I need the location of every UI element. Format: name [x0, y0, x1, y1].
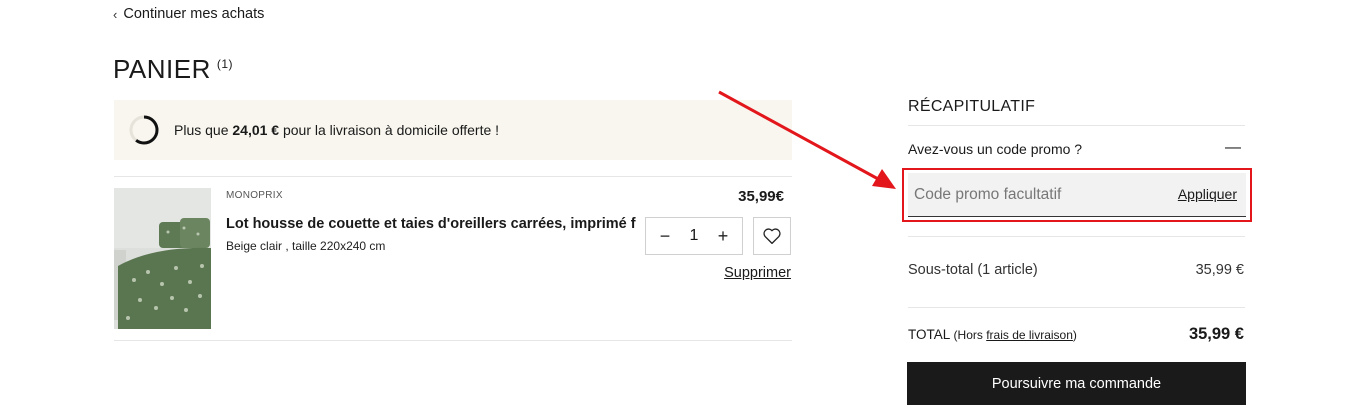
total-note-suffix: )	[1072, 328, 1077, 342]
cart-count: (1)	[216, 57, 234, 71]
heart-icon	[763, 228, 781, 245]
shipping-fees-link[interactable]: frais de livraison	[986, 328, 1073, 342]
total-note: (Hors frais de livraison)	[954, 328, 1077, 342]
promo-code-question[interactable]: Avez-vous un code promo ?	[908, 141, 1082, 157]
duvet-cover-photo	[114, 188, 211, 329]
continue-shopping-link[interactable]: ‹ Continuer mes achats	[113, 6, 264, 22]
subtotal-value: 35,99 €	[1195, 262, 1244, 278]
divider	[908, 307, 1245, 308]
continue-shopping-label: Continuer mes achats	[123, 6, 265, 22]
total-label: TOTAL	[908, 327, 950, 342]
shipping-progress-ring-icon	[129, 115, 159, 145]
apply-promo-button[interactable]: Appliquer	[1178, 186, 1237, 202]
free-shipping-banner: Plus que 24,01 € pour la livraison à dom…	[114, 100, 792, 160]
shipping-banner-text: Plus que 24,01 € pour la livraison à dom…	[174, 122, 499, 138]
decrement-button[interactable]: −	[656, 226, 674, 247]
promo-collapse-toggle[interactable]: —	[1225, 139, 1241, 157]
product-image[interactable]	[114, 188, 211, 329]
summary-title: RÉCAPITULATIF	[908, 98, 1036, 115]
remove-item-link[interactable]: Supprimer	[724, 265, 791, 281]
total-label-row: TOTAL (Hors frais de livraison)	[908, 327, 1077, 342]
promo-code-field: Appliquer	[908, 173, 1246, 217]
page-title: PANIER (1)	[113, 54, 233, 85]
product-variant: Beige clair , taille 220x240 cm	[226, 239, 386, 253]
divider	[908, 125, 1245, 126]
shipping-banner-suffix: pour la livraison à domicile offerte !	[279, 122, 500, 138]
shipping-banner-prefix: Plus que	[174, 122, 233, 138]
subtotal-label: Sous-total (1 article)	[908, 262, 1038, 278]
wishlist-button[interactable]	[753, 217, 791, 255]
total-note-prefix: (Hors	[953, 328, 987, 342]
chevron-left-icon: ‹	[113, 6, 118, 22]
shipping-remaining-amount: 24,01 €	[232, 122, 280, 138]
divider	[908, 236, 1245, 237]
increment-button[interactable]: +	[714, 226, 732, 247]
product-title[interactable]: Lot housse de couette et taies d'oreille…	[226, 216, 636, 232]
divider	[114, 176, 792, 177]
promo-code-input[interactable]	[914, 179, 1154, 211]
cart-title: PANIER	[113, 54, 211, 84]
product-price: 35,99€	[738, 188, 784, 205]
checkout-button[interactable]: Poursuivre ma commande	[907, 362, 1246, 405]
divider	[114, 340, 792, 341]
total-value: 35,99 €	[1188, 325, 1244, 343]
quantity-stepper: − 1 +	[645, 217, 743, 255]
product-brand: MONOPRIX	[226, 190, 283, 201]
quantity-value[interactable]: 1	[690, 227, 699, 245]
